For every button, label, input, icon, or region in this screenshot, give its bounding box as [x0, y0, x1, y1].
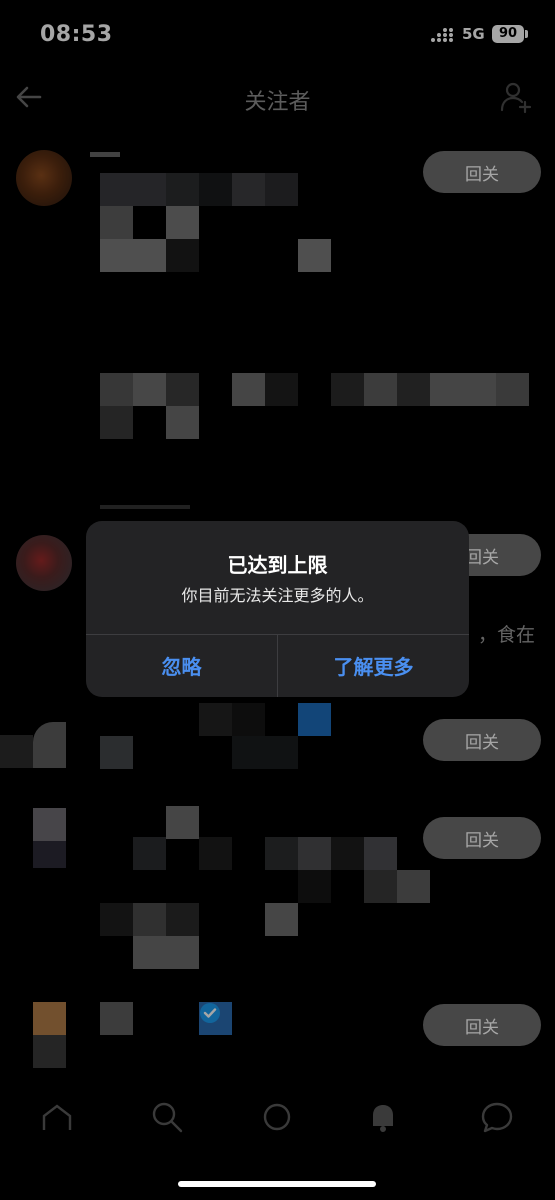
alert-title: 已达到上限	[227, 553, 328, 577]
alert-message: 你目前无法关注更多的人。	[181, 586, 374, 605]
home-indicator[interactable]	[178, 1181, 376, 1187]
limit-reached-alert: 已达到上限 你目前无法关注更多的人。 忽略 了解更多	[86, 521, 469, 697]
learn-more-button[interactable]: 了解更多	[278, 634, 469, 697]
ignore-button[interactable]: 忽略	[86, 634, 277, 697]
